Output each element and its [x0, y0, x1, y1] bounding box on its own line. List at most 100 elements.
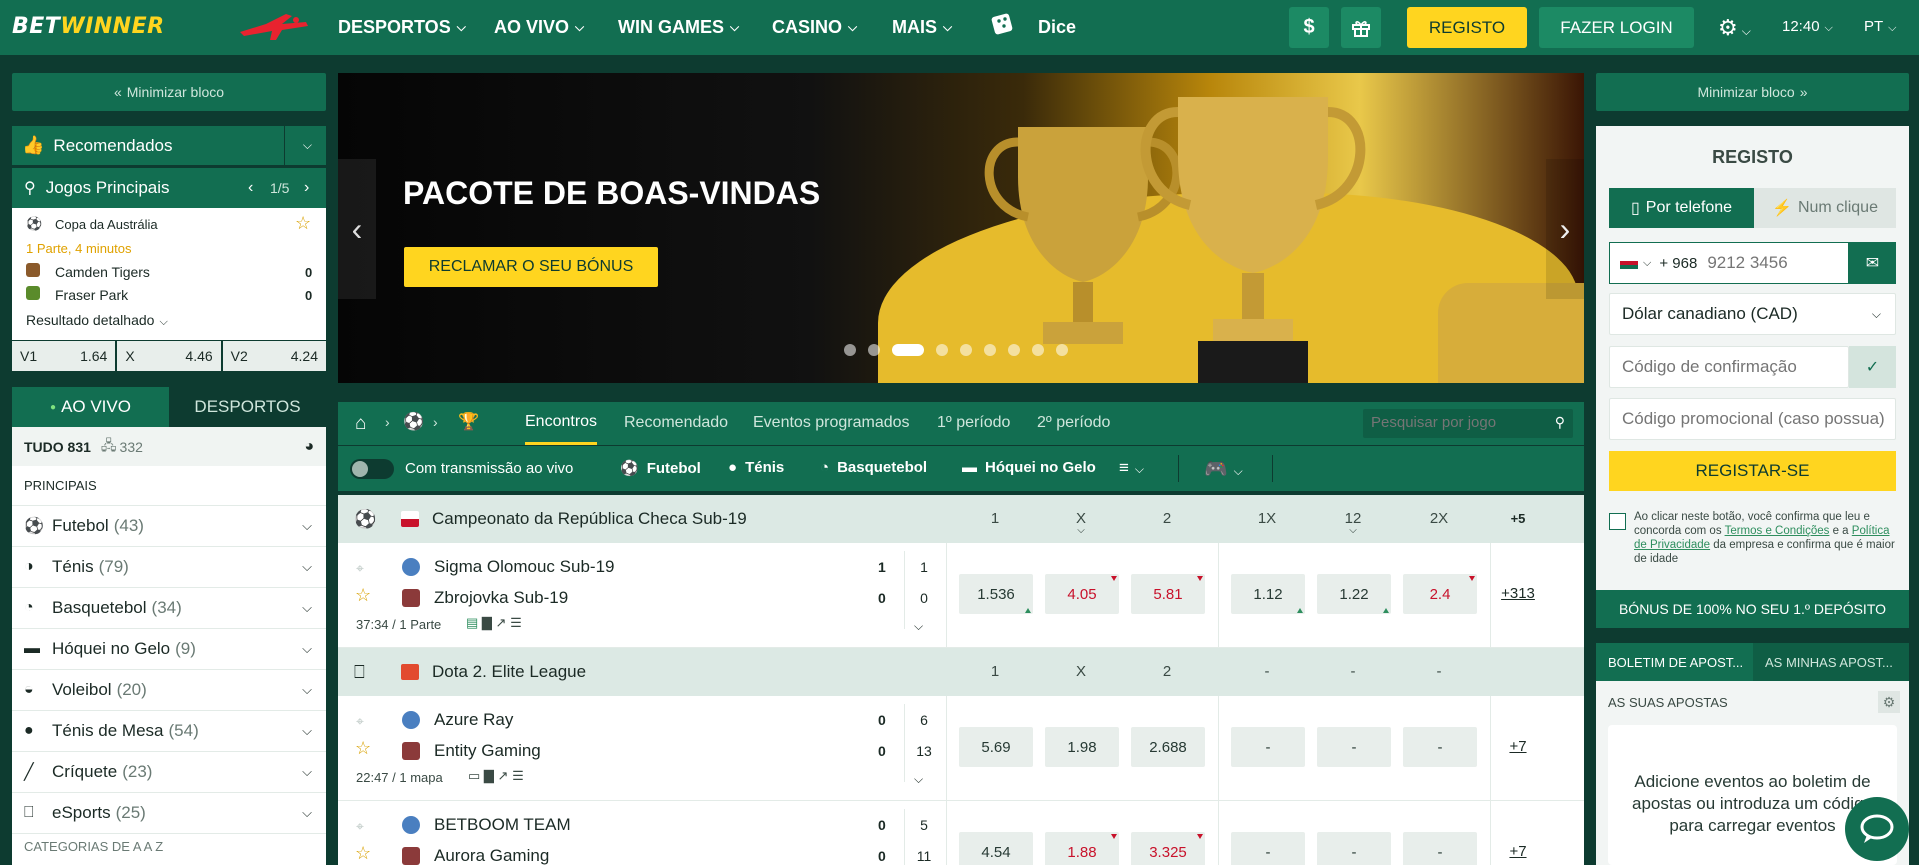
- chevron-down-icon[interactable]: ⌵: [302, 764, 312, 780]
- sport-item[interactable]: ◒ Voleibol (20) ⌵: [12, 670, 326, 711]
- pin-icon[interactable]: ⌖: [356, 713, 364, 730]
- terms-checkbox[interactable]: [1609, 513, 1626, 530]
- tab-desportos[interactable]: DESPORTOS: [169, 387, 326, 427]
- tab-primeiro-periodo[interactable]: 1º período: [937, 414, 1010, 432]
- phone-input[interactable]: [1707, 253, 1838, 273]
- live-stream-toggle[interactable]: [350, 459, 394, 479]
- favorite-star-icon[interactable]: ☆: [355, 585, 371, 606]
- minimize-left-block[interactable]: «Minimizar bloco: [12, 73, 326, 111]
- nav-ao-vivo[interactable]: AO VIVO ⌵: [494, 0, 584, 55]
- odds-button[interactable]: 5.69: [959, 727, 1033, 767]
- confirmation-code-field[interactable]: [1609, 346, 1849, 388]
- odds-button[interactable]: 1.22: [1317, 574, 1391, 614]
- line-chart-icon[interactable]: ↗: [498, 768, 509, 783]
- chevron-down-icon[interactable]: ⌵: [1044, 525, 1118, 536]
- match-search[interactable]: ⚲: [1363, 409, 1573, 438]
- chevron-down-icon[interactable]: ⌵: [302, 805, 312, 821]
- league-header[interactable]: ⎕ Dota 2. Elite League 1 X 2 - - -: [338, 648, 1584, 696]
- minimize-right-block[interactable]: Minimizar bloco»: [1596, 73, 1909, 111]
- odds-button[interactable]: 4.54: [959, 832, 1033, 865]
- line-chart-icon[interactable]: ↗: [496, 615, 507, 630]
- deposit-dollar-button[interactable]: $: [1289, 7, 1329, 48]
- bar-chart-icon[interactable]: ▇: [484, 768, 494, 783]
- favorite-star-icon[interactable]: ☆: [295, 213, 311, 234]
- soccer-ball-icon[interactable]: ⚽: [403, 412, 424, 432]
- odds-button[interactable]: 1.12: [1231, 574, 1305, 614]
- banner-dot[interactable]: [960, 344, 972, 356]
- nav-dice[interactable]: Dice: [1038, 0, 1076, 55]
- filter-futebol[interactable]: ⚽ Futebol: [620, 459, 701, 477]
- gamepad-icon[interactable]: 🎮 ⌵: [1204, 457, 1243, 481]
- detailed-result-toggle[interactable]: Resultado detalhado ⌵: [26, 312, 168, 329]
- promo-code-field[interactable]: [1609, 398, 1896, 440]
- nav-mais[interactable]: MAIS ⌵: [892, 0, 952, 55]
- odds-button[interactable]: 2.688: [1131, 727, 1205, 767]
- aviator-plane-icon[interactable]: [236, 10, 312, 44]
- register-submit-button[interactable]: REGISTAR-SE: [1609, 451, 1896, 491]
- banner-dot[interactable]: [984, 344, 996, 356]
- sport-item[interactable]: ╱ Críquete (23) ⌵: [12, 752, 326, 793]
- nav-desportos[interactable]: DESPORTOS ⌵: [338, 0, 466, 55]
- promo-code-input[interactable]: [1622, 409, 1892, 429]
- filter-hoquei[interactable]: ▬ Hóquei no Gelo: [962, 459, 1096, 476]
- dice-icon[interactable]: [990, 10, 1018, 38]
- prev-arrow-icon[interactable]: ‹: [248, 179, 253, 197]
- chevron-down-icon[interactable]: ⌵: [914, 772, 923, 787]
- more-sports-menu-icon[interactable]: ≡ ⌵: [1119, 458, 1144, 478]
- stats-icons[interactable]: ▤ ▇ ↗ ☰: [466, 615, 522, 631]
- odds-x[interactable]: X 4.46: [117, 341, 221, 371]
- tab-ao-vivo[interactable]: ● AO VIVO: [12, 387, 169, 427]
- match-row[interactable]: ⌖ ☆ Azure Ray Entity Gaming 0 0 6 13 22:47 / 1 m…: [338, 696, 1584, 801]
- favorite-star-icon[interactable]: ☆: [355, 843, 371, 864]
- more-markets-link[interactable]: +7: [1488, 738, 1548, 755]
- tab-recomendado[interactable]: Recomendado: [624, 414, 728, 432]
- banner-next-arrow-icon[interactable]: ›: [1546, 159, 1584, 299]
- odds-button[interactable]: -: [1317, 727, 1391, 767]
- more-markets-link[interactable]: +7: [1488, 843, 1548, 860]
- search-icon[interactable]: ⚲: [1555, 414, 1565, 431]
- banner-dot[interactable]: [1008, 344, 1020, 356]
- chevron-down-icon[interactable]: ⌵: [302, 600, 312, 616]
- sport-item[interactable]: ⚽ Futebol (43) ⌵: [12, 506, 326, 547]
- match-row[interactable]: ⌖ ☆ Sigma Olomouc Sub-19 Zbrojovka Sub-19 1 0…: [338, 543, 1584, 648]
- banner-dot[interactable]: [1032, 344, 1044, 356]
- check-icon[interactable]: ✓: [1849, 346, 1896, 388]
- screen-icon[interactable]: ▭: [468, 768, 480, 783]
- more-markets-header[interactable]: +5: [1488, 511, 1548, 526]
- tab-my-bets[interactable]: AS MINHAS APOST...: [1753, 643, 1909, 681]
- betwinner-logo[interactable]: BETWINNER: [12, 14, 165, 39]
- tab-bet-slip[interactable]: BOLETIM DE APOST...: [1596, 643, 1753, 681]
- odds-button[interactable]: -: [1317, 832, 1391, 865]
- odds-button[interactable]: -: [1403, 727, 1477, 767]
- categories-a-z[interactable]: CATEGORIAS DE A A Z: [12, 834, 326, 858]
- nav-casino[interactable]: CASINO ⌵: [772, 0, 857, 55]
- terms-link[interactable]: Termos e Condições: [1725, 525, 1830, 537]
- sport-item[interactable]: ⎕ eSports (25) ⌵: [12, 793, 326, 834]
- trophy-icon[interactable]: 🏆: [458, 412, 479, 432]
- filter-tenis[interactable]: ● Ténis: [728, 459, 784, 476]
- nav-win-games[interactable]: WIN GAMES ⌵: [618, 0, 739, 55]
- more-markets-link[interactable]: +313: [1488, 585, 1548, 602]
- chevron-down-icon[interactable]: ⌵: [302, 682, 312, 698]
- pin-icon[interactable]: ⌖: [356, 818, 364, 835]
- deposit-bonus-banner[interactable]: BÓNUS DE 100% NO SEU 1.º DEPÓSITO: [1596, 590, 1909, 628]
- banner-dot[interactable]: [892, 344, 924, 356]
- promo-banner[interactable]: ‹ › PACOTE DE BOAS-VINDAS RECLAMAR O SEU…: [338, 73, 1584, 383]
- odds-button[interactable]: 4.05: [1045, 574, 1119, 614]
- sport-item[interactable]: ● Ténis de Mesa (54) ⌵: [12, 711, 326, 752]
- search-input[interactable]: [1371, 414, 1541, 431]
- chevron-down-icon[interactable]: ⌵: [914, 619, 923, 634]
- oman-flag-icon[interactable]: [1620, 257, 1638, 269]
- chevron-down-icon[interactable]: ⌵: [302, 723, 312, 739]
- tab-segundo-periodo[interactable]: 2º período: [1037, 414, 1110, 432]
- odds-button[interactable]: 1.536: [959, 574, 1033, 614]
- odds-button[interactable]: -: [1231, 832, 1305, 865]
- globe-icon[interactable]: ◕: [304, 438, 314, 456]
- odds-button[interactable]: 2.4: [1403, 574, 1477, 614]
- odds-button[interactable]: 5.81: [1131, 574, 1205, 614]
- favorite-star-icon[interactable]: ☆: [355, 738, 371, 759]
- confirmation-code-input[interactable]: [1622, 357, 1842, 377]
- league-header[interactable]: ⚽ Campeonato da República Checa Sub-19 1 X 2…: [338, 495, 1584, 543]
- banner-dot[interactable]: [1056, 344, 1068, 356]
- banner-dot[interactable]: [868, 344, 880, 356]
